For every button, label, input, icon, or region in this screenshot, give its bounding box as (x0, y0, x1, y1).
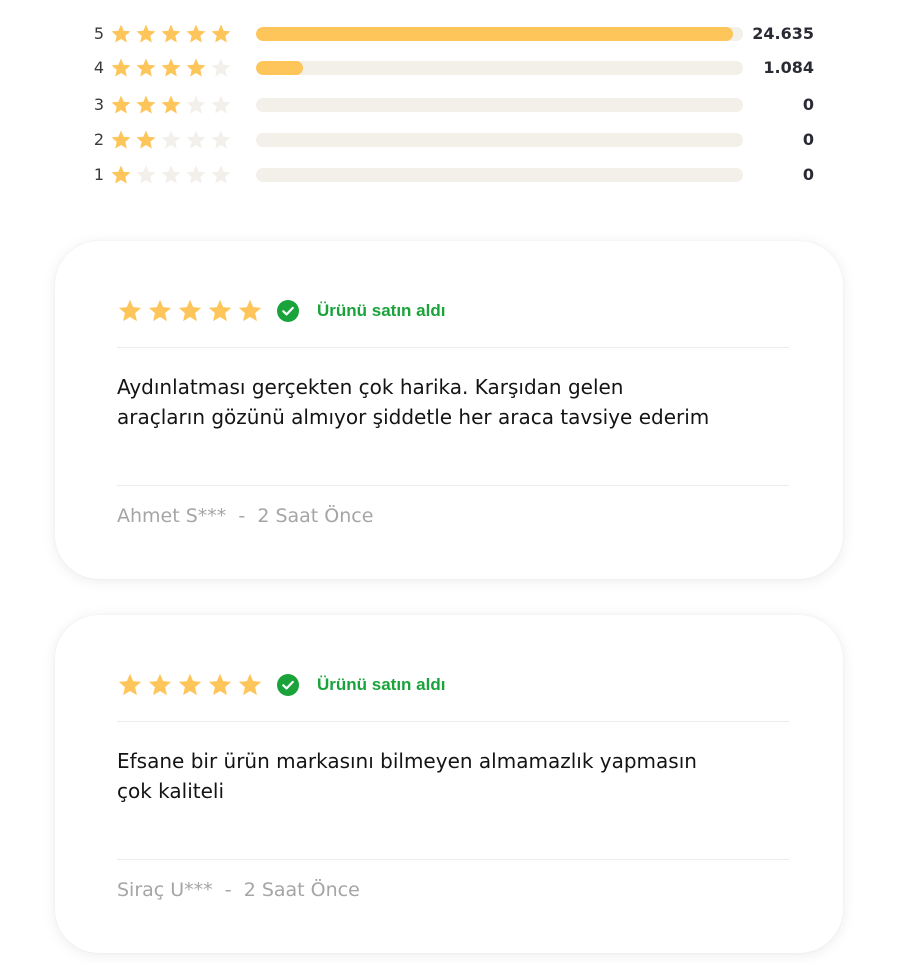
star-filled-icon (111, 95, 131, 114)
star-filled-icon (136, 130, 156, 149)
rating-row-2: 2 0 (0, 122, 900, 158)
rating-row-bar (256, 133, 743, 147)
divider (117, 859, 789, 860)
rating-row-bar-fill (256, 61, 304, 75)
rating-row-count: 0 (802, 130, 814, 149)
rating-row-bar (256, 61, 743, 75)
review-author: Ahmet S*** (117, 505, 227, 527)
star-filled-icon (178, 299, 202, 322)
review-text: Aydınlatması gerçekten çok harika. Karşı… (117, 375, 710, 429)
star-filled-icon (208, 299, 232, 322)
star-empty-icon (186, 165, 206, 184)
star-filled-icon (111, 58, 131, 77)
star-filled-icon (118, 299, 142, 322)
review-rating-stars (117, 298, 263, 324)
divider (117, 347, 789, 348)
rating-row-5: 5 24.635 (0, 16, 900, 52)
star-filled-icon (111, 165, 131, 184)
star-filled-icon (161, 95, 181, 114)
rating-row-label: 5 (93, 24, 105, 43)
rating-row-count: 1.084 (763, 58, 814, 77)
star-empty-icon (211, 130, 231, 149)
rating-row-stars (110, 23, 232, 45)
star-empty-icon (161, 165, 181, 184)
star-filled-icon (111, 24, 131, 43)
star-filled-icon (186, 58, 206, 77)
star-filled-icon (148, 673, 172, 696)
review-header: Ürünü satın aldı (117, 671, 445, 699)
star-filled-icon (136, 58, 156, 77)
star-filled-icon (136, 24, 156, 43)
star-empty-icon (186, 130, 206, 149)
review-author: Siraç U*** (117, 879, 213, 901)
star-filled-icon (118, 673, 142, 696)
review-time: 2 Saat Önce (257, 505, 374, 527)
star-filled-icon (148, 299, 172, 322)
rating-row-label: 1 (93, 165, 105, 184)
star-filled-icon (178, 673, 202, 696)
star-filled-icon (238, 299, 262, 322)
rating-row-label: 3 (93, 95, 105, 114)
verified-purchase-label: Ürünü satın aldı (317, 301, 446, 320)
star-filled-icon (111, 130, 131, 149)
star-filled-icon (186, 24, 206, 43)
star-empty-icon (136, 165, 156, 184)
divider (117, 485, 789, 486)
star-filled-icon (161, 24, 181, 43)
rating-row-stars (110, 129, 232, 151)
review-meta: Ahmet S*** - 2 Saat Önce (117, 505, 373, 527)
review-card: Ürünü satın aldı Efsane bir ürün markası… (55, 615, 843, 953)
meta-separator: - (212, 879, 244, 901)
rating-row-bar-fill (256, 27, 734, 41)
star-filled-icon (211, 24, 231, 43)
rating-row-4: 4 1.084 (0, 50, 900, 86)
review-card: Ürünü satın aldı Aydınlatması gerçekten … (55, 241, 843, 579)
review-time: 2 Saat Önce (243, 879, 360, 901)
rating-row-label: 2 (93, 130, 105, 149)
star-filled-icon (208, 673, 232, 696)
rating-row-stars (110, 94, 232, 116)
rating-row-1: 1 0 (0, 157, 900, 193)
rating-row-count: 24.635 (752, 24, 814, 43)
star-empty-icon (161, 130, 181, 149)
review-rating-stars (117, 672, 263, 698)
check-circle-icon (277, 300, 299, 322)
rating-row-bar (256, 27, 743, 41)
review-text: Efsane bir ürün markasını bilmeyen almam… (117, 749, 697, 803)
rating-row-bar (256, 168, 743, 182)
divider (117, 721, 789, 722)
star-empty-icon (186, 95, 206, 114)
star-empty-icon (211, 165, 231, 184)
verified-purchase-label: Ürünü satın aldı (317, 675, 446, 694)
star-filled-icon (161, 58, 181, 77)
rating-row-3: 3 0 (0, 87, 900, 123)
review-header: Ürünü satın aldı (117, 297, 445, 325)
rating-row-stars (110, 164, 232, 186)
star-empty-icon (211, 58, 231, 77)
check-circle-icon (277, 674, 299, 696)
star-empty-icon (211, 95, 231, 114)
star-filled-icon (238, 673, 262, 696)
rating-row-count: 0 (802, 165, 814, 184)
rating-row-stars (110, 57, 232, 79)
rating-row-label: 4 (93, 58, 105, 77)
meta-separator: - (226, 505, 258, 527)
rating-row-bar (256, 98, 743, 112)
review-meta: Siraç U*** - 2 Saat Önce (117, 879, 360, 901)
rating-row-count: 0 (802, 95, 814, 114)
star-filled-icon (136, 95, 156, 114)
